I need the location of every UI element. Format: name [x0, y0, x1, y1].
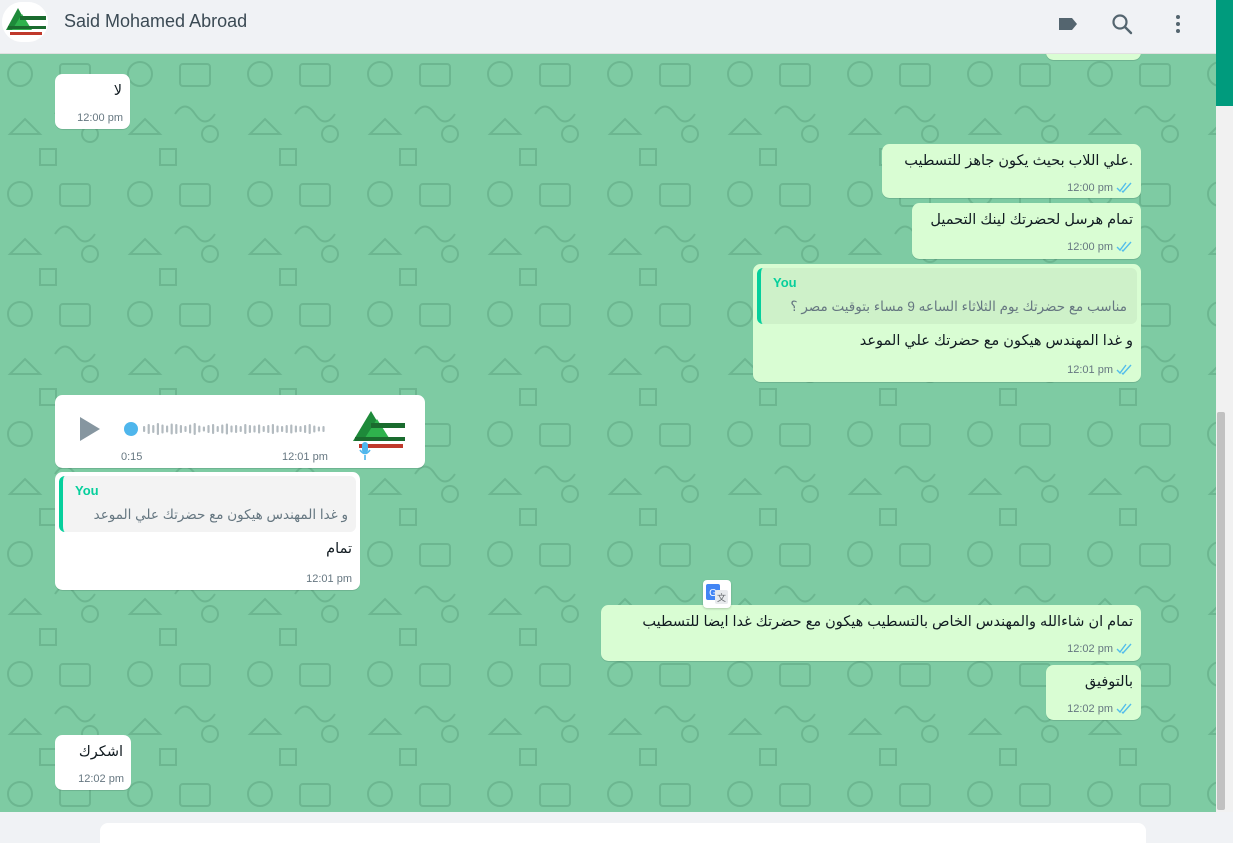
- message-time: 12:02 pm: [78, 773, 124, 785]
- waveform-bar: [276, 425, 279, 433]
- quote-text: و غدا المهندس هيكون مع حضرتك علي الموعد: [93, 507, 348, 522]
- message-input[interactable]: [100, 823, 1146, 843]
- message-text: بالتوفيق: [1084, 674, 1133, 690]
- waveform-bar: [152, 425, 155, 433]
- waveform-bar: [322, 426, 325, 432]
- message-time: 12:00 pm: [1067, 241, 1113, 253]
- menu-icon[interactable]: [1166, 12, 1190, 36]
- message-text: تمام: [326, 541, 352, 557]
- waveform-bar: [161, 424, 164, 434]
- outgoing-message[interactable]: تمام هرسل لحضرتك لينك التحميل 12:00 pm: [912, 203, 1141, 259]
- waveform-bar: [143, 426, 146, 432]
- message-time: 12:01 pm: [282, 451, 328, 463]
- message-time: 12:01 pm: [306, 573, 352, 585]
- waveform-bar: [294, 425, 297, 433]
- chat-header: Said Mohamed Abroad: [0, 0, 1216, 54]
- message-time: 12:02 pm: [1067, 643, 1113, 655]
- waveform-bar: [207, 425, 210, 433]
- message-time: 12:02 pm: [1067, 703, 1113, 715]
- message-text: تمام ان شاءالله والمهندس الخاص بالتسطيب …: [642, 614, 1133, 630]
- waveform-bar: [235, 425, 238, 433]
- waveform-bar: [281, 426, 284, 432]
- waveform-bar: [179, 425, 182, 433]
- incoming-reply-message[interactable]: You و غدا المهندس هيكون مع حضرتك علي الم…: [55, 472, 360, 590]
- waveform-bar: [225, 423, 228, 435]
- waveform-bar: [253, 425, 256, 433]
- waveform-bar: [248, 425, 251, 433]
- waveform-bar: [202, 426, 205, 432]
- quoted-message[interactable]: You و غدا المهندس هيكون مع حضرتك علي الم…: [59, 476, 356, 532]
- conversation-panel: لا 12:00 pm .علي اللاب بحيث يكون جاهز لل…: [0, 54, 1216, 812]
- waveform-bar: [299, 426, 302, 432]
- waveform-bar: [221, 424, 224, 434]
- message-time: 12:00 pm: [1067, 182, 1113, 194]
- waveform-bar: [262, 426, 265, 432]
- waveform-bar: [244, 424, 247, 434]
- voice-duration: 0:15: [121, 451, 143, 463]
- waveform-bar: [189, 424, 192, 434]
- scrollbar-accent: [1216, 0, 1233, 106]
- play-icon[interactable]: [77, 415, 103, 443]
- waveform-bar: [230, 425, 233, 433]
- contact-name[interactable]: Said Mohamed Abroad: [64, 11, 247, 32]
- waveform-bar: [216, 426, 219, 432]
- read-ticks-icon: [1116, 703, 1132, 714]
- voice-message[interactable]: 0:15 12:01 pm: [55, 395, 425, 468]
- google-translate-icon[interactable]: G 文: [703, 580, 731, 608]
- quoted-message[interactable]: You مناسب مع حضرتك يوم الثلاثاء الساعه 9…: [757, 268, 1137, 324]
- quote-text: مناسب مع حضرتك يوم الثلاثاء الساعه 9 مسا…: [790, 299, 1127, 314]
- waveform-bar: [156, 423, 159, 435]
- waveform-bar: [175, 424, 178, 434]
- contact-avatar[interactable]: [2, 2, 48, 42]
- waveform-bar: [170, 423, 173, 435]
- waveform-bar: [313, 425, 316, 433]
- waveform-bar: [285, 425, 288, 433]
- read-ticks-icon: [1116, 643, 1132, 654]
- waveform-bar: [317, 426, 320, 432]
- message-text: و غدا المهندس هيكون مع حضرتك علي الموعد: [859, 333, 1133, 349]
- waveform-bar: [239, 426, 242, 432]
- waveform-bar: [184, 426, 187, 432]
- read-ticks-icon: [1116, 364, 1132, 375]
- label-icon[interactable]: [1056, 12, 1080, 36]
- waveform-bar: [198, 425, 201, 433]
- waveform-bar: [271, 424, 274, 434]
- waveform[interactable]: [121, 419, 331, 439]
- message-time: 12:00 pm: [77, 112, 123, 124]
- waveform-bar: [147, 424, 150, 434]
- message-bubble-partial: [1046, 54, 1141, 60]
- incoming-message[interactable]: اشكرك 12:02 pm: [55, 735, 131, 790]
- waveform-bar: [290, 424, 293, 434]
- svg-text:文: 文: [717, 592, 726, 604]
- search-icon[interactable]: [1110, 12, 1134, 36]
- message-text: اشكرك: [78, 744, 123, 760]
- message-time: 12:01 pm: [1067, 364, 1113, 376]
- quote-author: You: [75, 483, 99, 498]
- message-text: .علي اللاب بحيث يكون جاهز للتسطيب: [904, 153, 1133, 169]
- read-ticks-icon: [1116, 182, 1132, 193]
- outgoing-message[interactable]: .علي اللاب بحيث يكون جاهز للتسطيب 12:00 …: [882, 144, 1141, 198]
- waveform-bar: [193, 423, 196, 435]
- message-text: تمام هرسل لحضرتك لينك التحميل: [930, 212, 1133, 228]
- waveform-bar: [267, 425, 270, 433]
- outgoing-reply-message[interactable]: You مناسب مع حضرتك يوم الثلاثاء الساعه 9…: [753, 264, 1141, 382]
- waveform-bar: [308, 424, 311, 434]
- waveform-bar: [212, 424, 215, 434]
- microphone-icon: [359, 442, 371, 460]
- waveform-bar: [166, 425, 169, 433]
- message-text: لا: [113, 83, 122, 99]
- waveform-bar: [304, 425, 307, 433]
- outgoing-message[interactable]: تمام ان شاءالله والمهندس الخاص بالتسطيب …: [601, 605, 1141, 661]
- quote-author: You: [773, 275, 797, 290]
- outgoing-message[interactable]: بالتوفيق 12:02 pm: [1046, 665, 1141, 720]
- incoming-message[interactable]: لا 12:00 pm: [55, 74, 130, 129]
- read-ticks-icon: [1116, 241, 1132, 252]
- scrollbar-thumb[interactable]: [1217, 412, 1225, 810]
- waveform-bar: [258, 424, 261, 434]
